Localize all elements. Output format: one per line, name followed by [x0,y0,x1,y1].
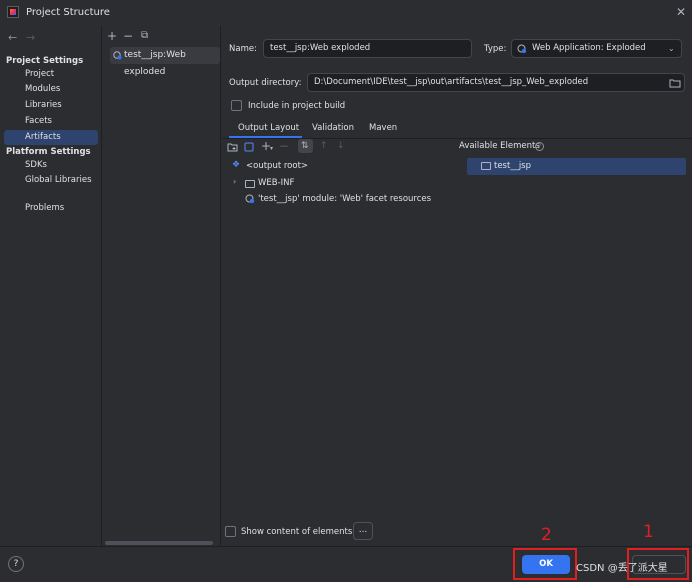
sort-elements-icon[interactable]: ⇅ [301,141,309,151]
show-content-options-button[interactable]: ... [353,522,373,540]
web-application-icon [517,44,527,54]
platform-settings-heading: Platform Settings [6,147,91,157]
type-label: Type: [484,44,507,54]
add-artifact-icon[interactable]: + [107,29,117,43]
chevron-down-icon[interactable]: ⌄ [668,44,675,53]
include-in-build-label: Include in project build [248,101,346,111]
show-content-checkbox[interactable] [225,526,236,537]
annotation-number-2: 2 [541,525,552,545]
show-content-label: Show content of elements [241,527,353,537]
web-inf-node[interactable]: WEB-INF [258,178,294,188]
output-root-icon: ❖ [232,160,241,170]
tab-output-layout[interactable]: Output Layout [238,123,299,133]
output-directory-label: Output directory: [229,78,302,88]
help-button[interactable]: ? [8,556,24,572]
create-directory-icon[interactable] [227,142,238,152]
module-resources-icon [245,194,255,204]
move-up-icon[interactable]: ↑ [320,141,328,151]
folder-icon [481,162,491,170]
output-root-node[interactable]: <output root> [246,161,308,171]
available-element-label: test__jsp [494,161,532,171]
tab-maven[interactable]: Maven [369,123,397,133]
folder-icon [245,180,255,188]
available-elements-label: Available Elements [459,141,540,151]
annotation-box-ok [513,548,577,580]
sidebar-item-problems[interactable]: Problems [4,201,98,216]
include-in-build-checkbox[interactable] [231,100,242,111]
tab-validation[interactable]: Validation [312,123,354,133]
module-facet-resources-node[interactable]: 'test__jsp' module: 'Web' facet resource… [258,194,431,204]
sidebar-item-facets[interactable]: Facets [4,114,98,129]
remove-element-icon[interactable]: − [279,139,289,153]
name-input[interactable]: test__jsp:Web exploded [263,39,472,58]
type-select[interactable]: Web Application: Exploded [511,39,682,58]
project-settings-heading: Project Settings [6,56,84,66]
sidebar-item-global-libraries[interactable]: Global Libraries [4,173,98,188]
name-label: Name: [229,44,257,54]
browse-folder-icon[interactable] [669,78,681,88]
chevron-right-icon[interactable]: › [233,177,236,186]
annotation-number-1: 1 [643,522,654,542]
sidebar-item-libraries[interactable]: Libraries [4,98,98,113]
intellij-app-icon [7,6,19,18]
artifacts-list-panel [103,26,221,546]
add-dropdown-icon[interactable]: ▾ [270,145,273,152]
tabs-divider [222,138,692,139]
window-title: Project Structure [26,7,110,18]
artifact-list-item[interactable]: test__jsp:Web exploded [110,47,220,77]
sidebar-item-sdks[interactable]: SDKs [4,158,98,173]
help-circle-icon[interactable]: ? [535,142,544,151]
output-directory-input[interactable]: D:\Document\IDE\test__jsp\out\artifacts\… [307,73,685,92]
close-icon[interactable]: ✕ [676,5,686,19]
forward-arrow-icon[interactable]: → [26,31,35,44]
copy-artifact-icon[interactable]: ⧉ [141,30,148,41]
sidebar-item-artifacts[interactable]: Artifacts [4,130,98,145]
web-artifact-icon [113,51,122,60]
csdn-watermark: CSDN @丢了派大星 [576,563,668,574]
sidebar-item-project[interactable]: Project [4,67,98,82]
add-copy-icon[interactable] [244,142,254,152]
sidebar-item-modules[interactable]: Modules [4,82,98,97]
move-down-icon[interactable]: ↓ [337,141,345,151]
back-arrow-icon[interactable]: ← [8,31,17,44]
remove-artifact-icon[interactable]: − [123,29,133,43]
artifacts-scrollbar[interactable] [105,541,213,545]
